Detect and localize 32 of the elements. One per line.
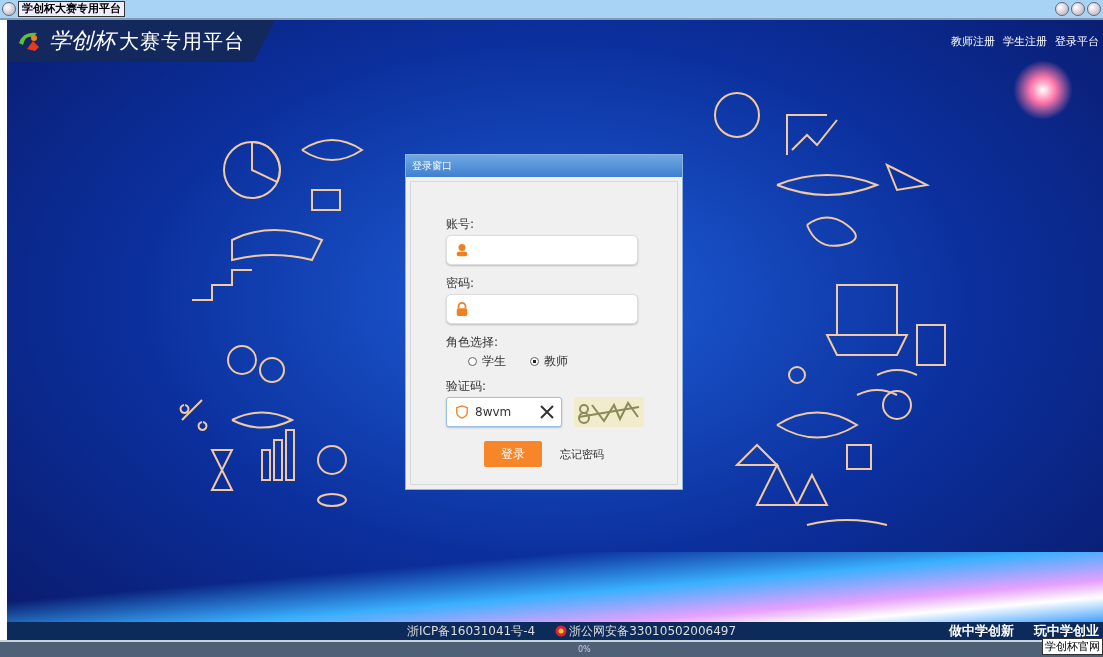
clear-icon[interactable]	[539, 404, 555, 420]
field-label: 密码:	[446, 275, 476, 292]
password-field[interactable]	[446, 294, 638, 324]
progress-text: 0%	[578, 645, 591, 654]
window-tab[interactable]: 学创杯大赛专用平台	[18, 1, 125, 17]
window-icon	[2, 2, 16, 16]
dialog-title: 登录窗口	[412, 159, 452, 173]
nav-link[interactable]: 登录平台	[1055, 34, 1099, 49]
forgot-password-link[interactable]: 忘记密码	[560, 446, 604, 462]
emblem-icon	[555, 625, 568, 637]
role-radio[interactable]: 教师	[530, 353, 568, 370]
captcha-field[interactable]: 8wvm	[446, 397, 562, 427]
field-label: 账号:	[446, 216, 476, 233]
nav-link[interactable]: 学生注册	[1003, 34, 1047, 49]
shield-icon	[455, 405, 469, 419]
captcha-image[interactable]	[574, 397, 644, 427]
role-radio[interactable]: 学生	[468, 353, 506, 370]
window-control-icon[interactable]	[1071, 2, 1085, 16]
field-label: 角色选择:	[446, 334, 500, 351]
user-icon	[455, 243, 469, 257]
slogan-text: 玩中学创业	[1034, 622, 1099, 640]
nav-link[interactable]: 教师注册	[951, 34, 995, 49]
slogan-text: 做中学创新	[949, 622, 1014, 640]
logo-title: 大赛专用平台	[119, 27, 245, 55]
lock-icon	[455, 302, 469, 316]
tooltip: 学创杯官网	[1042, 638, 1103, 655]
field-label: 验证码:	[446, 378, 488, 395]
account-field[interactable]	[446, 235, 638, 265]
window-control-icon[interactable]	[1055, 2, 1069, 16]
icp-text[interactable]: 浙ICP备16031041号-4	[407, 622, 536, 640]
window-control-icon[interactable]	[1087, 2, 1101, 16]
police-record-text[interactable]: 浙公网安备33010502006497	[569, 622, 737, 640]
